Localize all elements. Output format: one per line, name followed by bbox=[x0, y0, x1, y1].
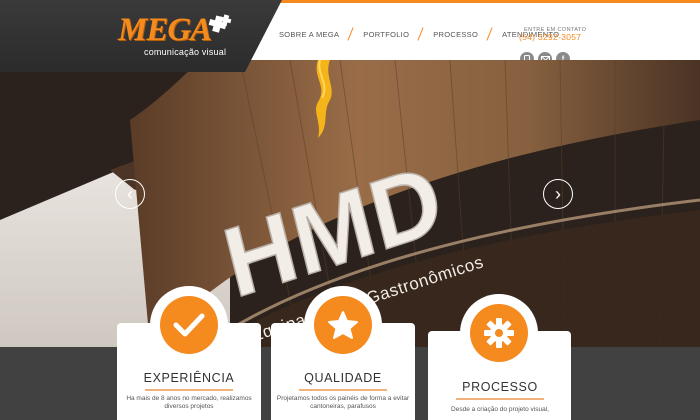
logo-wordmark: MEGA bbox=[118, 12, 212, 48]
nav-item-sobre[interactable]: SOBRE A MEGA bbox=[279, 30, 339, 39]
slider-next-button[interactable]: › bbox=[543, 179, 573, 209]
slider-prev-button[interactable]: ‹ bbox=[115, 179, 145, 209]
main-navigation: SOBRE A MEGA PORTFOLIO PROCESSO ATENDIME… bbox=[279, 26, 559, 42]
logo-tagline: comunicação visual bbox=[144, 47, 227, 57]
feature-divider bbox=[145, 389, 233, 391]
checkmark-icon bbox=[160, 296, 218, 354]
feature-text: Ha mais de 8 anos no mercado, realizamos… bbox=[126, 395, 252, 410]
feature-divider bbox=[456, 398, 544, 400]
nav-item-portfolio[interactable]: PORTFOLIO bbox=[363, 30, 409, 39]
feature-title: EXPERIÊNCIA bbox=[143, 371, 235, 385]
feature-text: Projetamos todos os painéis de forma a e… bbox=[276, 395, 410, 410]
star-icon bbox=[314, 296, 372, 354]
feature-title: PROCESSO bbox=[462, 380, 538, 394]
nav-separator bbox=[415, 27, 427, 41]
logo-panel[interactable]: MEGA comunicação visual bbox=[0, 0, 282, 72]
nav-separator bbox=[484, 27, 496, 41]
feature-title: QUALIDADE bbox=[304, 371, 382, 385]
gear-icon bbox=[470, 304, 528, 362]
contact-phone[interactable]: (54) 3292-3057 bbox=[519, 32, 581, 42]
logo-plus-icon bbox=[208, 14, 232, 33]
nav-separator bbox=[345, 27, 357, 41]
feature-text: Desde a criação do projeto visual, bbox=[451, 406, 549, 413]
nav-item-processo[interactable]: PROCESSO bbox=[433, 30, 478, 39]
feature-divider bbox=[299, 389, 387, 391]
